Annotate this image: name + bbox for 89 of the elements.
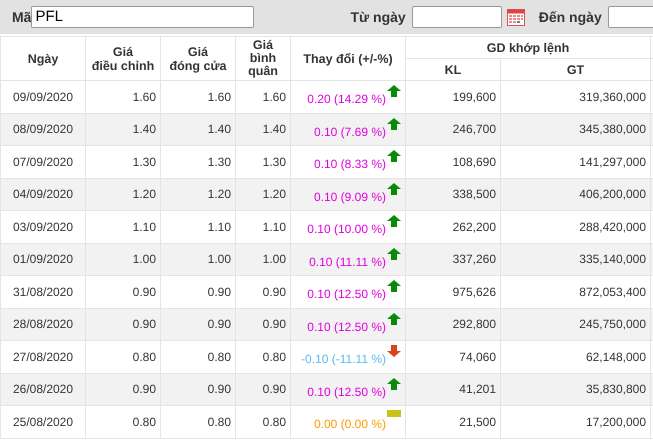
date-cell: 04/09/2020 <box>0 178 86 210</box>
table-cell: 338,500 <box>406 178 500 210</box>
table-cell: 0.80 <box>236 340 290 373</box>
table-cell: 245,750,000 <box>500 308 651 340</box>
date-cell: 08/09/2020 <box>0 113 86 146</box>
table-cell: 1.30 <box>86 146 160 178</box>
table-cell: 406,200,000 <box>500 178 651 210</box>
table-cell: 1.30 <box>160 146 236 178</box>
change-value: 0.20 (14.29 %) <box>307 91 386 108</box>
table-cell: 1.00 <box>236 243 290 276</box>
table-cell: 0.90 <box>236 373 290 406</box>
volume-header: KL <box>406 58 500 80</box>
table-cell: 0.90 <box>160 276 236 308</box>
change-value: 0.10 (12.50 %) <box>307 286 386 304</box>
table-cell: 1.30 <box>236 146 290 178</box>
from-date-label: Từ ngày <box>350 8 406 27</box>
table-cell: 1.20 <box>236 178 290 210</box>
code-label: Mã <box>12 8 32 26</box>
table-cell: 199,600 <box>406 80 500 113</box>
change-value: 0.10 (8.33 %) <box>314 156 386 174</box>
table-cell: 345,380,000 <box>500 113 651 146</box>
table-cell: 872,053,400 <box>500 276 651 308</box>
change-value: 0.00 (0.00 %) <box>314 416 386 434</box>
table-cell: 0.90 <box>236 308 290 340</box>
table-cell: 975,626 <box>406 276 500 308</box>
table-cell: 0.90 <box>160 373 236 406</box>
table-cell: 1.60 <box>160 80 236 113</box>
table-cell: 1.10 <box>86 210 160 243</box>
table-cell: 1.00 <box>86 243 160 276</box>
change-value: 0.10 (12.50 %) <box>307 318 386 336</box>
table-cell: 0.90 <box>86 308 160 340</box>
table-cell: 141,297,000 <box>500 146 651 178</box>
table-cell: 335,140,000 <box>500 243 651 276</box>
change-value: 0.10 (12.50 %) <box>307 384 386 401</box>
adjusted-price-header: Giá điều chỉnh <box>86 36 160 80</box>
average-price-header: Giá bình quân <box>236 36 290 80</box>
table-cell: 262,200 <box>406 210 500 243</box>
table-cell: 319,360,000 <box>500 80 651 113</box>
table-cell: 0.80 <box>236 406 290 438</box>
table-cell: 0.90 <box>236 276 290 308</box>
table-cell: 62,148,000 <box>500 340 651 373</box>
table-cell: 17,200,000 <box>500 406 651 438</box>
table-cell: 21,500 <box>406 406 500 438</box>
table-cell: 0.80 <box>86 406 160 438</box>
table-cell: 1.60 <box>86 80 160 113</box>
change-value: 0.10 (11.11 %) <box>309 254 386 271</box>
table-cell: 1.40 <box>86 113 160 146</box>
table-cell: 108,690 <box>406 146 500 178</box>
table-cell: 337,260 <box>406 243 500 276</box>
table-cell: 0.80 <box>86 340 160 373</box>
table-cell: 246,700 <box>406 113 500 146</box>
table-cell: 1.00 <box>160 243 236 276</box>
change-value: -0.10 (-11.11 %) <box>301 351 386 368</box>
table-cell: 35,830,800 <box>500 373 651 406</box>
change-value: 0.10 (9.09 %) <box>314 188 386 206</box>
table-cell: 41,201 <box>406 373 500 406</box>
date-cell: 26/08/2020 <box>0 373 86 406</box>
date-cell: 07/09/2020 <box>0 146 86 178</box>
change-header: Thay đổi (+/-%) <box>290 36 406 80</box>
table-cell: 1.10 <box>236 210 290 243</box>
close-price-header: Giá đóng cửa <box>160 36 236 80</box>
change-value: 0.10 (10.00 %) <box>307 221 386 238</box>
table-cell: 0.80 <box>160 340 236 373</box>
table-cell: 1.20 <box>160 178 236 210</box>
table-cell: 1.40 <box>160 113 236 146</box>
date-cell: 01/09/2020 <box>0 243 86 276</box>
table-cell: 1.10 <box>160 210 236 243</box>
table-cell: 0.80 <box>160 406 236 438</box>
change-value: 0.10 (7.69 %) <box>314 124 386 141</box>
table-cell: 292,800 <box>406 308 500 340</box>
table-cell: 1.60 <box>236 80 290 113</box>
date-cell: 28/08/2020 <box>0 308 86 340</box>
table-cell: 1.40 <box>236 113 290 146</box>
date-cell: 31/08/2020 <box>0 276 86 308</box>
date-cell: 27/08/2020 <box>0 340 86 373</box>
date-cell: 03/09/2020 <box>0 210 86 243</box>
date-cell: 25/08/2020 <box>0 406 86 438</box>
table-cell: 74,060 <box>406 340 500 373</box>
to-date-label: Đến ngày <box>538 8 602 27</box>
table-cell: 0.90 <box>160 308 236 340</box>
table-cell: 0.90 <box>86 373 160 406</box>
table-cell: 0.90 <box>86 276 160 308</box>
matched-trading-header: GD khớp lệnh <box>406 36 651 58</box>
date-header: Ngày <box>0 36 86 80</box>
table-cell: 288,420,000 <box>500 210 651 243</box>
table-cell: 1.20 <box>86 178 160 210</box>
code-field[interactable]: PFL <box>31 6 254 28</box>
date-cell: 09/09/2020 <box>0 80 86 113</box>
value-header: GT <box>500 58 651 80</box>
